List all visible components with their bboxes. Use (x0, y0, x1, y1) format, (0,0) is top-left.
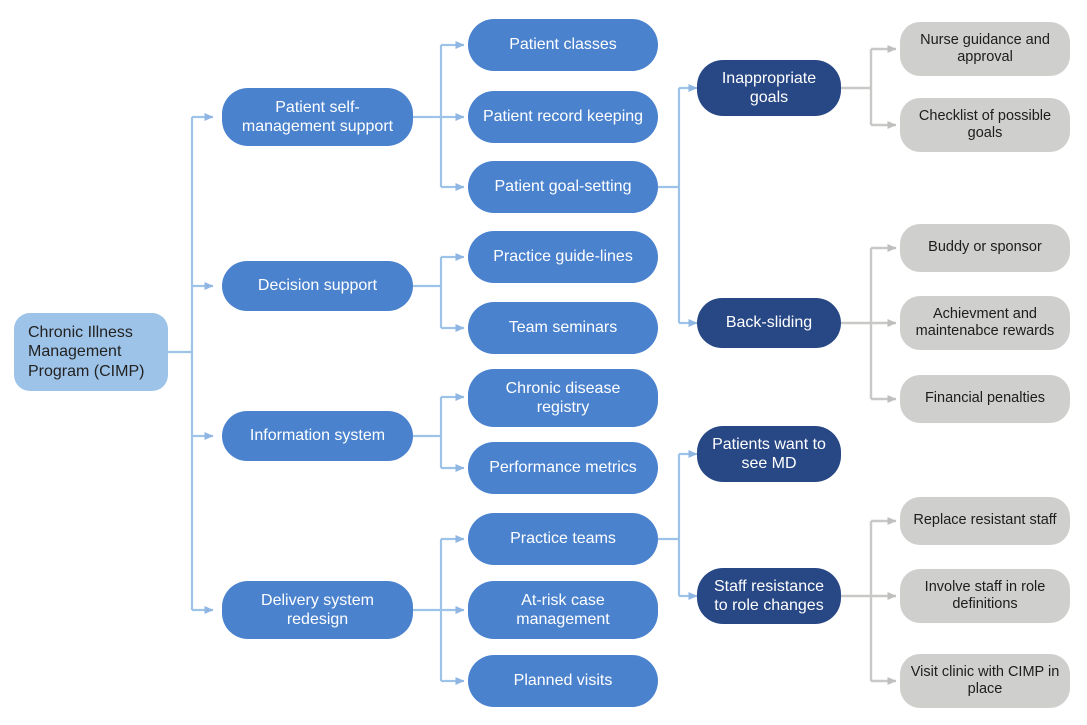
root-to-components-connectors (168, 113, 214, 614)
node-label: Staff resistance to role changes (714, 577, 824, 614)
node-root[interactable]: Chronic Illness Management Program (CIMP… (14, 313, 168, 391)
node-label: Decision support (257, 277, 378, 295)
node-barrier-back-sliding[interactable]: Back-sliding (697, 298, 841, 348)
node-element-patient-record-keeping[interactable]: Patient record keeping (468, 91, 658, 143)
node-root-label: Chronic Illness Management Program (CIMP… (28, 324, 145, 380)
node-component-information-system[interactable]: Information system (222, 411, 413, 461)
node-label: Planned visits (513, 672, 613, 690)
node-label: Achievment and maintenabce rewards (915, 305, 1055, 339)
node-element-chronic-disease-registry[interactable]: Chronic disease registry (468, 369, 658, 427)
node-solution-achievement-and-maintenance-rewards[interactable]: Achievment and maintenabce rewards (900, 296, 1070, 350)
node-component-patient-self-management-support[interactable]: Patient self-management support (222, 88, 413, 146)
diagram-canvas: Chronic Illness Management Program (CIMP… (0, 0, 1087, 725)
node-element-planned-visits[interactable]: Planned visits (468, 655, 658, 707)
node-label: Performance metrics (489, 459, 637, 477)
node-label: Patient goal-setting (494, 178, 632, 196)
barrier-to-solution-connectors (841, 45, 897, 685)
node-label: Replace resistant staff (913, 512, 1057, 529)
node-solution-buddy-or-sponsor[interactable]: Buddy or sponsor (900, 224, 1070, 272)
node-label: Chronic disease registry (505, 379, 621, 416)
node-label: At-risk case management (516, 591, 610, 628)
node-element-team-seminars[interactable]: Team seminars (468, 302, 658, 354)
node-solution-nurse-guidance-and-approval[interactable]: Nurse guidance and approval (900, 22, 1070, 76)
node-barrier-staff-resistance-to-role-changes[interactable]: Staff resistance to role changes (697, 568, 841, 624)
node-solution-replace-resistant-staff[interactable]: Replace resistant staff (900, 497, 1070, 545)
node-label: Practice guide-lines (493, 248, 633, 266)
node-element-at-risk-case-management[interactable]: At-risk case management (468, 581, 658, 639)
node-label: Practice teams (510, 530, 616, 548)
node-label: Patient self-management support (241, 98, 394, 135)
node-element-patient-classes[interactable]: Patient classes (468, 19, 658, 71)
node-solution-financial-penalties[interactable]: Financial penalties (900, 375, 1070, 423)
node-label: Financial penalties (924, 390, 1046, 407)
node-solution-checklist-of-possible-goals[interactable]: Checklist of possible goals (900, 98, 1070, 152)
node-label: Back-sliding (725, 314, 813, 332)
node-label: Visit clinic with CIMP in place (910, 663, 1060, 697)
node-barrier-inappropriate-goals[interactable]: Inappropriate goals (697, 60, 841, 116)
node-label: Team seminars (508, 319, 618, 337)
node-element-patient-goal-setting[interactable]: Patient goal-setting (468, 161, 658, 213)
node-element-performance-metrics[interactable]: Performance metrics (468, 442, 658, 494)
node-label: Checklist of possible goals (918, 107, 1052, 141)
element-to-barrier-connectors (658, 84, 698, 600)
node-solution-involve-staff-in-role-definitions[interactable]: Involve staff in role definitions (900, 569, 1070, 623)
node-barrier-patients-want-to-see-md[interactable]: Patients want to see MD (697, 426, 841, 482)
node-solution-visit-clinic-with-cimp-in-place[interactable]: Visit clinic with CIMP in place (900, 654, 1070, 708)
node-label: Delivery system redesign (261, 591, 374, 628)
node-label: Nurse guidance and approval (920, 31, 1050, 65)
node-label: Patients want to see MD (712, 435, 826, 472)
node-element-practice-teams[interactable]: Practice teams (468, 513, 658, 565)
node-element-practice-guidelines[interactable]: Practice guide-lines (468, 231, 658, 283)
node-component-delivery-system-redesign[interactable]: Delivery system redesign (222, 581, 413, 639)
node-label: Inappropriate goals (721, 69, 817, 106)
node-component-decision-support[interactable]: Decision support (222, 261, 413, 311)
node-label: Involve staff in role definitions (924, 578, 1046, 612)
node-label: Patient record keeping (482, 108, 644, 126)
node-label: Patient classes (509, 36, 617, 54)
node-label: Buddy or sponsor (928, 239, 1042, 256)
node-label: Information system (249, 427, 386, 445)
component-to-element-connectors (413, 41, 465, 685)
